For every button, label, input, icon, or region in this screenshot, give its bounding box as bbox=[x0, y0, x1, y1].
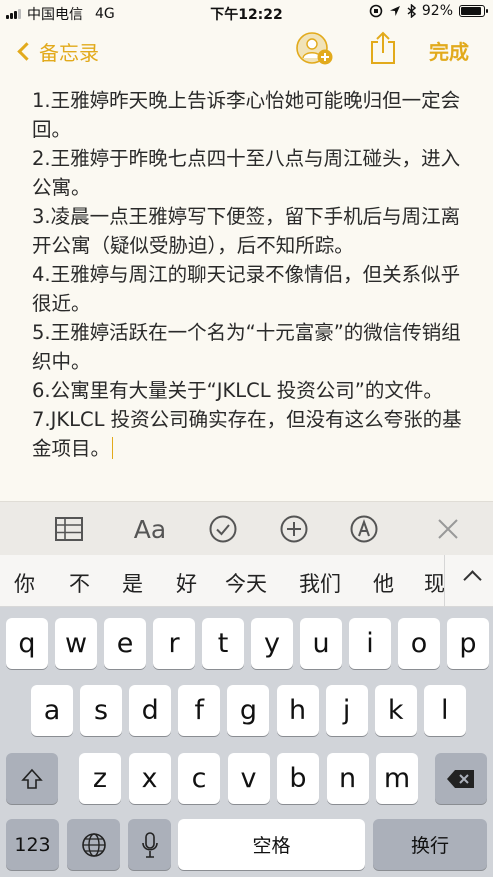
candidate-item[interactable]: 我们 bbox=[299, 568, 341, 598]
return-key[interactable]: 换行 bbox=[373, 819, 487, 870]
format-toolbar: Aa bbox=[0, 501, 493, 555]
markup-button[interactable] bbox=[349, 513, 379, 545]
candidate-item[interactable]: 现 bbox=[424, 568, 444, 598]
key-s[interactable]: s bbox=[80, 685, 123, 736]
table-button[interactable] bbox=[54, 513, 84, 545]
key-g[interactable]: g bbox=[227, 685, 270, 736]
expand-candidates-icon[interactable] bbox=[463, 570, 482, 589]
key-j[interactable]: j bbox=[325, 685, 368, 736]
add-icon bbox=[280, 515, 308, 543]
key-a[interactable]: a bbox=[31, 685, 73, 736]
candidate-bar: 你 不 是 好 今天 我们 他 现 bbox=[0, 555, 493, 607]
back-button[interactable]: 备忘录 bbox=[16, 37, 99, 66]
location-icon bbox=[389, 6, 400, 16]
close-toolbar-button[interactable] bbox=[436, 513, 460, 545]
table-icon bbox=[55, 517, 83, 541]
note-line: 1.王雅婷昨天晚上告诉李心怡她可能晚归但一定会回。 bbox=[32, 89, 461, 141]
note-line: 3.凌晨一点王雅婷写下便签，留下手机后与周江离开公寓（疑似受胁迫），后不知所踪。 bbox=[32, 205, 461, 257]
globe-key[interactable] bbox=[67, 819, 120, 870]
note-line: 7.JKLCL 投资公司确实存在，但没有这么夸张的基金项目。 bbox=[32, 408, 462, 460]
keyboard: 123 空格 换行 qwertyuiop asdfghjkl zxcvbnm bbox=[0, 607, 493, 877]
backspace-icon bbox=[447, 769, 474, 788]
checklist-button[interactable] bbox=[208, 513, 238, 545]
text-format-button[interactable]: Aa bbox=[130, 513, 170, 545]
key-x[interactable]: x bbox=[128, 753, 171, 804]
key-y[interactable]: y bbox=[251, 618, 293, 669]
key-e[interactable]: e bbox=[104, 618, 146, 669]
note-line: 2.王雅婷于昨晚七点四十至八点与周江碰头，进入公寓。 bbox=[32, 147, 461, 199]
status-bar: 中国电信 4G 下午12:22 92% bbox=[0, 0, 493, 24]
text-format-icon: Aa bbox=[133, 514, 167, 544]
key-r[interactable]: r bbox=[153, 618, 195, 669]
key-n[interactable]: n bbox=[326, 753, 369, 804]
bluetooth-icon bbox=[407, 4, 416, 18]
shift-key[interactable] bbox=[6, 753, 58, 804]
markup-icon bbox=[350, 515, 378, 543]
delete-key[interactable] bbox=[435, 753, 487, 804]
key-h[interactable]: h bbox=[276, 685, 319, 736]
shift-icon bbox=[21, 768, 43, 789]
orientation-lock-icon bbox=[369, 4, 383, 18]
key-o[interactable]: o bbox=[398, 618, 440, 669]
note-line: 4.王雅婷与周江的聊天记录不像情侣，但关系似乎很近。 bbox=[32, 263, 461, 315]
text-cursor bbox=[112, 437, 114, 459]
add-people-icon bbox=[296, 32, 333, 65]
key-p[interactable]: p bbox=[447, 618, 489, 669]
note-line: 6.公寓里有大量关于“JKLCL 投资公司”的文件。 bbox=[32, 379, 443, 402]
dictation-key[interactable] bbox=[128, 819, 171, 870]
candidate-item[interactable]: 他 bbox=[373, 568, 394, 598]
checklist-icon bbox=[209, 515, 237, 543]
space-key[interactable]: 空格 bbox=[178, 819, 365, 870]
candidate-item[interactable]: 是 bbox=[122, 568, 143, 598]
candidate-item[interactable]: 你 bbox=[14, 568, 35, 598]
battery-icon bbox=[459, 5, 488, 17]
done-button[interactable]: 完成 bbox=[429, 36, 469, 65]
key-l[interactable]: l bbox=[423, 685, 466, 736]
globe-icon bbox=[81, 832, 106, 857]
key-z[interactable]: z bbox=[79, 753, 121, 804]
back-label: 备忘录 bbox=[39, 41, 99, 65]
key-t[interactable]: t bbox=[202, 618, 244, 669]
add-people-button[interactable] bbox=[296, 32, 334, 66]
key-m[interactable]: m bbox=[376, 753, 418, 804]
add-attachment-button[interactable] bbox=[279, 513, 309, 545]
key-b[interactable]: b bbox=[277, 753, 319, 804]
key-d[interactable]: d bbox=[129, 685, 172, 736]
key-v[interactable]: v bbox=[227, 753, 270, 804]
candidate-item[interactable]: 今天 bbox=[225, 568, 267, 598]
note-line: 5.王雅婷活跃在一个名为“十元富豪”的微信传销组织中。 bbox=[32, 321, 461, 373]
key-i[interactable]: i bbox=[349, 618, 391, 669]
key-f[interactable]: f bbox=[178, 685, 221, 736]
chevron-left-icon bbox=[17, 42, 36, 61]
key-w[interactable]: w bbox=[55, 618, 97, 669]
key-q[interactable]: q bbox=[6, 618, 48, 669]
key-k[interactable]: k bbox=[374, 685, 417, 736]
key-u[interactable]: u bbox=[300, 618, 342, 669]
battery-percent: 92% bbox=[421, 3, 453, 19]
note-body[interactable]: 1.王雅婷昨天晚上告诉李心怡她可能晚归但一定会回。 2.王雅婷于昨晚七点四十至八点… bbox=[32, 86, 472, 463]
numbers-key[interactable]: 123 bbox=[6, 819, 59, 870]
key-c[interactable]: c bbox=[178, 753, 220, 804]
candidate-item[interactable]: 好 bbox=[176, 568, 197, 598]
microphone-icon bbox=[141, 831, 158, 858]
share-icon bbox=[371, 31, 395, 64]
candidate-item[interactable]: 不 bbox=[69, 568, 90, 598]
close-icon bbox=[438, 519, 458, 539]
status-right: 92% bbox=[369, 3, 488, 19]
candidate-divider bbox=[444, 555, 445, 607]
nav-bar: 备忘录 完成 bbox=[0, 24, 493, 76]
share-button[interactable] bbox=[368, 30, 398, 66]
